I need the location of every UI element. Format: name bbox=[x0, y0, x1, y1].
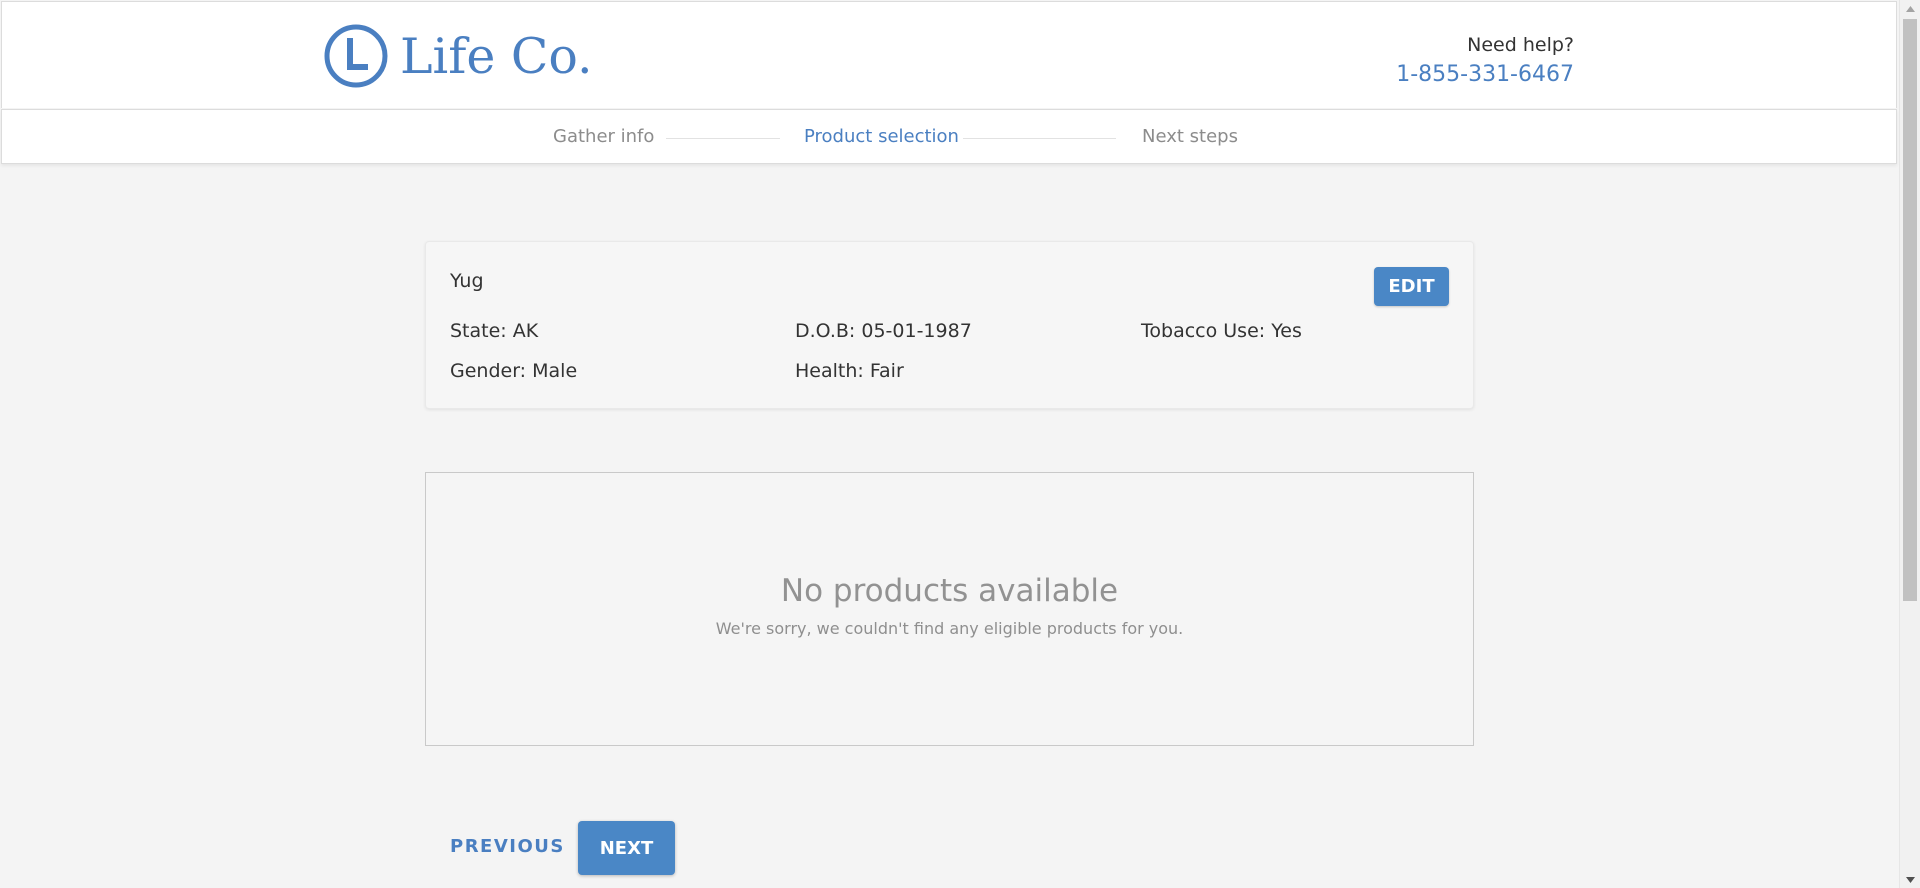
clock-l-logo-icon bbox=[324, 24, 388, 88]
dob-field: D.O.B: 05-01-1987 bbox=[795, 320, 972, 342]
tobacco-field: Tobacco Use: Yes bbox=[1141, 320, 1302, 342]
previous-button[interactable]: PREVIOUS bbox=[450, 836, 565, 857]
step-connector bbox=[963, 138, 1116, 139]
empty-state-title: No products available bbox=[780, 573, 1119, 609]
help-box: Need help? 1-855-331-6467 bbox=[1396, 33, 1574, 90]
step-product-selection: Product selection bbox=[804, 126, 959, 147]
page: Life Co. Need help? 1-855-331-6467 Gathe… bbox=[0, 0, 1899, 888]
progress-steps: Gather info Product selection Next steps bbox=[1, 109, 1897, 164]
empty-products-panel: No products available We're sorry, we co… bbox=[425, 472, 1474, 746]
state-field: State: AK bbox=[450, 320, 539, 342]
arrow-down-icon[interactable] bbox=[1900, 871, 1920, 888]
gender-field: Gender: Male bbox=[450, 360, 578, 382]
applicant-summary-card: Yug EDIT State: AK D.O.B: 05-01-1987 Tob… bbox=[425, 241, 1474, 409]
step-next-steps: Next steps bbox=[1142, 126, 1238, 147]
logo-text: Life Co. bbox=[400, 27, 593, 85]
next-button[interactable]: NEXT bbox=[578, 821, 675, 875]
step-gather-info: Gather info bbox=[553, 126, 655, 147]
applicant-name: Yug bbox=[450, 270, 484, 292]
empty-state-subtitle: We're sorry, we couldn't find any eligib… bbox=[715, 619, 1184, 638]
vertical-scrollbar[interactable] bbox=[1899, 0, 1920, 888]
help-label: Need help? bbox=[1467, 34, 1574, 56]
help-phone-link[interactable]: 1-855-331-6467 bbox=[1396, 60, 1574, 90]
arrow-up-icon[interactable] bbox=[1900, 0, 1920, 17]
logo[interactable]: Life Co. bbox=[324, 24, 593, 88]
scrollbar-thumb[interactable] bbox=[1903, 19, 1917, 601]
edit-button[interactable]: EDIT bbox=[1374, 267, 1449, 306]
step-connector bbox=[666, 138, 780, 139]
health-field: Health: Fair bbox=[795, 360, 904, 382]
site-header: Life Co. Need help? 1-855-331-6467 bbox=[1, 1, 1897, 108]
